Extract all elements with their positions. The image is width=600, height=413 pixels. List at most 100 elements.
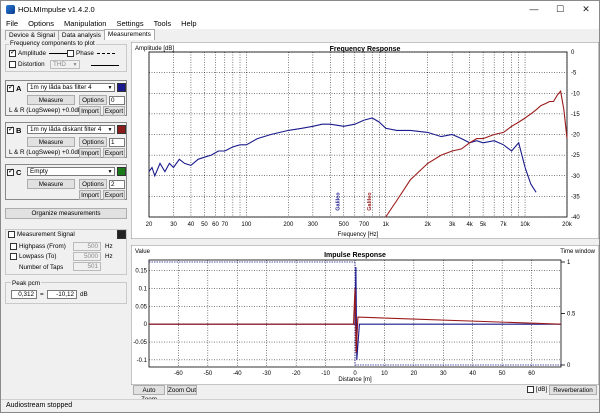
measurement-signal-checkbox[interactable] <box>8 231 15 238</box>
highpass-option[interactable]: Highpass (From) <box>10 243 66 250</box>
measurement-b-import-button[interactable]: Import <box>79 148 101 158</box>
taps-input[interactable]: 501 <box>73 262 101 271</box>
freq-y-tick-label: -5 <box>571 71 577 77</box>
impulse-x-tick-label: 20 <box>411 371 418 377</box>
measurement-signal-color-swatch[interactable] <box>117 230 126 239</box>
app-icon <box>6 4 15 14</box>
highpass-unit: Hz <box>105 243 113 250</box>
peak-db-unit: dB <box>80 291 88 298</box>
freq-annotation-1: Galileo <box>335 192 341 211</box>
impulse-x-tick-label: -50 <box>204 371 213 377</box>
freq-x-tick-label: 50 <box>201 222 208 228</box>
freq-x-tick-label: 7k <box>500 222 507 228</box>
measurement-b-info: L & R (LogSweep) +0.0dB <box>9 149 83 156</box>
close-icon[interactable]: ✕ <box>573 1 599 17</box>
measurement-c-checkbox[interactable] <box>7 167 14 176</box>
distortion-checkbox[interactable] <box>9 61 16 68</box>
highpass-input[interactable]: 500 <box>73 242 101 251</box>
impulse-response-chart[interactable]: Impulse Response Value Time window Distance… <box>131 245 599 385</box>
measurement-b-name-select[interactable]: 1m ny låda diskant filter 4 ▼ <box>27 125 115 134</box>
measurement-b-name: 1m ny låda diskant filter 4 <box>30 126 102 133</box>
minimize-icon[interactable]: — <box>521 1 547 17</box>
freq-x-tick-label: 200 <box>283 222 294 228</box>
chevron-down-icon: ▼ <box>107 169 113 175</box>
freq-x-tick-label: 40 <box>188 222 195 228</box>
measurement-c-export-button[interactable]: Export <box>103 190 125 200</box>
measurement-a-color-swatch[interactable] <box>117 83 126 92</box>
measurement-a-import-button[interactable]: Import <box>79 106 101 116</box>
menu-help[interactable]: Help <box>176 19 201 28</box>
freq-x-tick-label: 500 <box>339 222 350 228</box>
amplitude-checkbox[interactable] <box>9 48 16 57</box>
measurement-b-spinner[interactable]: 1 <box>109 138 125 147</box>
amplitude-option[interactable]: Amplitude <box>9 48 68 57</box>
reverberation-button[interactable]: Reverberation <box>549 385 597 395</box>
peak-equals: = <box>40 291 44 298</box>
impulse-x-axis-title: Distance [m] <box>338 377 372 383</box>
left-panel: Frequency components to plot Amplitude P… <box>5 40 127 400</box>
measurement-c-name-select[interactable]: Empty ▼ <box>27 167 115 176</box>
menu-settings[interactable]: Settings <box>111 19 148 28</box>
distortion-select[interactable]: THD ▼ <box>50 60 80 69</box>
measurement-b-spinner-value: 1 <box>111 139 115 146</box>
impulse-y-tick-label: 0.1 <box>139 287 148 293</box>
maximize-icon[interactable]: ☐ <box>547 1 573 17</box>
measurement-signal-option[interactable]: Measurement Signal <box>8 231 75 238</box>
tab-data-analysis[interactable]: Data analysis <box>57 30 105 40</box>
freq-y-axis-title: Amplitude [dB] <box>135 46 174 52</box>
frequency-response-chart[interactable]: Frequency ResponseAmplitude [dB]Frequenc… <box>131 42 599 239</box>
impulse-chart-frame <box>131 245 599 385</box>
taps-label: Number of Taps <box>19 264 64 271</box>
lowpass-option[interactable]: Lowpass (To) <box>10 253 56 260</box>
peak-db-value: -10,12 <box>47 290 77 299</box>
measurement-a-checkbox[interactable] <box>7 83 14 92</box>
auto-zoom-button[interactable]: Auto Zoom <box>133 385 165 403</box>
menu-tools[interactable]: Tools <box>149 19 177 28</box>
organize-measurements-button[interactable]: Organize measurements <box>5 208 127 219</box>
tab-device-signal[interactable]: Device & Signal <box>5 30 59 40</box>
measurement-a-spinner[interactable]: 0 <box>109 96 125 105</box>
measurement-a-spinner-value: 0 <box>111 97 115 104</box>
zoom-out-button[interactable]: Zoom Out <box>167 385 197 395</box>
measurement-signal-label: Measurement Signal <box>17 231 75 238</box>
db-checkbox[interactable] <box>527 386 534 393</box>
measurement-b-checkbox[interactable] <box>7 125 14 134</box>
highpass-checkbox[interactable] <box>10 243 17 250</box>
measurement-c-color-swatch[interactable] <box>117 167 126 176</box>
measurement-c-letter: C <box>16 168 22 177</box>
status-bar: Audiostream stopped <box>1 399 599 412</box>
measurement-a-export-button[interactable]: Export <box>103 106 125 116</box>
db-option[interactable]: [dB] <box>527 386 547 393</box>
impulse-y-tick-label: -0.05 <box>133 340 147 346</box>
distortion-line-sample <box>91 65 119 66</box>
measurement-b-export-button[interactable]: Export <box>103 148 125 158</box>
measurement-c-measure-button[interactable]: Measure <box>27 179 75 189</box>
measurement-a-name-select[interactable]: 1m ny låda bas filter 4 ▼ <box>27 83 115 92</box>
measurement-b-measure-button[interactable]: Measure <box>27 137 75 147</box>
amplitude-line-sample <box>49 53 68 54</box>
distortion-option[interactable]: Distortion <box>9 61 45 68</box>
measurement-b-color-swatch[interactable] <box>117 125 126 134</box>
measurement-b-options-button[interactable]: Options <box>79 137 107 147</box>
impulse-x-tick-label: 30 <box>440 371 447 377</box>
measurement-c-name: Empty <box>30 168 48 175</box>
menu-manipulation[interactable]: Manipulation <box>59 19 112 28</box>
chevron-down-icon: ▼ <box>72 62 78 68</box>
measurement-c-header: C <box>7 167 22 177</box>
measurement-a-measure-button[interactable]: Measure <box>27 95 75 105</box>
impulse-x-tick-label: 40 <box>469 371 476 377</box>
lowpass-input[interactable]: 5000 <box>73 252 101 261</box>
lowpass-label: Lowpass (To) <box>19 253 57 260</box>
lowpass-checkbox[interactable] <box>10 253 17 260</box>
menu-options[interactable]: Options <box>23 19 59 28</box>
measurement-a-options-button[interactable]: Options <box>79 95 107 105</box>
measurement-c-import-button[interactable]: Import <box>79 190 101 200</box>
menu-file[interactable]: File <box>1 19 23 28</box>
measurement-a-name: 1m ny låda bas filter 4 <box>30 84 92 91</box>
measurement-c-options-button[interactable]: Options <box>79 179 107 189</box>
phase-checkbox[interactable] <box>67 50 74 57</box>
tab-measurements[interactable]: Measurements <box>103 29 155 40</box>
impulse-x-tick-label: 60 <box>528 371 535 377</box>
phase-option[interactable]: Phase <box>67 50 115 57</box>
measurement-c-spinner[interactable]: 2 <box>109 180 125 189</box>
